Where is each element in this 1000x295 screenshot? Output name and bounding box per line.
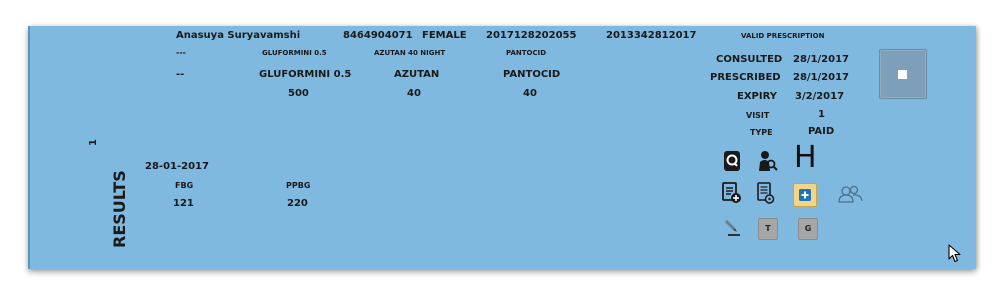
g-button[interactable]: G xyxy=(798,218,818,240)
search-document-icon[interactable] xyxy=(723,150,741,172)
expiry-value: 3/2/2017 xyxy=(795,91,845,102)
med-row2-col4: PANTOCID xyxy=(503,69,561,80)
results-value-ppbg: 220 xyxy=(287,198,308,209)
results-value-fbg: 121 xyxy=(173,198,194,209)
patient-gender: FEMALE xyxy=(422,30,467,41)
type-label: TYPE xyxy=(750,128,773,137)
user-search-icon[interactable] xyxy=(758,150,778,172)
results-header-fbg: FBG xyxy=(175,181,194,190)
patient-name: Anasuya Suryavamshi xyxy=(176,30,301,41)
med-row1-col1: --- xyxy=(176,48,186,57)
med-row2-col2: GLUFORMINI 0.5 xyxy=(259,69,352,80)
visit-label: VISIT xyxy=(746,111,770,120)
patient-id-1: 2017128202055 xyxy=(486,30,577,41)
t-button[interactable]: T xyxy=(758,218,778,240)
med-row1-col4: PANTOCID xyxy=(506,49,547,57)
med-row2-col1: -- xyxy=(176,69,185,80)
results-label: RESULTS xyxy=(110,170,129,248)
pen-icon[interactable] xyxy=(725,217,741,237)
users-icon[interactable] xyxy=(836,185,864,203)
results-header-ppbg: PPBG xyxy=(286,181,311,190)
add-document-icon[interactable] xyxy=(722,182,742,204)
hospital-button[interactable]: H xyxy=(794,142,817,174)
prescription-status: VALID PRESCRIPTION xyxy=(741,32,825,40)
add-box-button[interactable] xyxy=(793,183,817,207)
stop-button[interactable] xyxy=(879,49,927,99)
prescription-card: Anasuya Suryavamshi 8464904071 FEMALE 20… xyxy=(28,26,976,269)
med-row3-col4: 40 xyxy=(523,88,537,99)
results-date: 28-01-2017 xyxy=(145,161,209,172)
med-row1-col2: GLUFORMINI 0.5 xyxy=(262,49,327,57)
med-row3-col3: 40 xyxy=(407,88,421,99)
prescribed-value: 28/1/2017 xyxy=(793,72,850,83)
document-settings-icon[interactable] xyxy=(757,182,775,204)
med-row2-col3: AZUTAN xyxy=(394,69,440,80)
expiry-label: EXPIRY xyxy=(737,91,777,102)
mouse-cursor-icon xyxy=(948,244,961,263)
stop-icon xyxy=(898,70,907,79)
med-row1-col3: AZUTAN 40 NIGHT xyxy=(374,49,446,57)
visit-value: 1 xyxy=(818,109,825,120)
consulted-value: 28/1/2017 xyxy=(793,54,850,65)
add-box-icon xyxy=(799,189,811,201)
prescribed-label: PRESCRIBED xyxy=(710,72,781,83)
patient-phone: 8464904071 xyxy=(343,30,413,41)
visit-index: 1 xyxy=(88,139,99,146)
consulted-label: CONSULTED xyxy=(716,54,783,65)
med-row3-col2: 500 xyxy=(288,88,309,99)
patient-id-2: 2013342812017 xyxy=(606,30,697,41)
type-value: PAID xyxy=(808,126,835,137)
